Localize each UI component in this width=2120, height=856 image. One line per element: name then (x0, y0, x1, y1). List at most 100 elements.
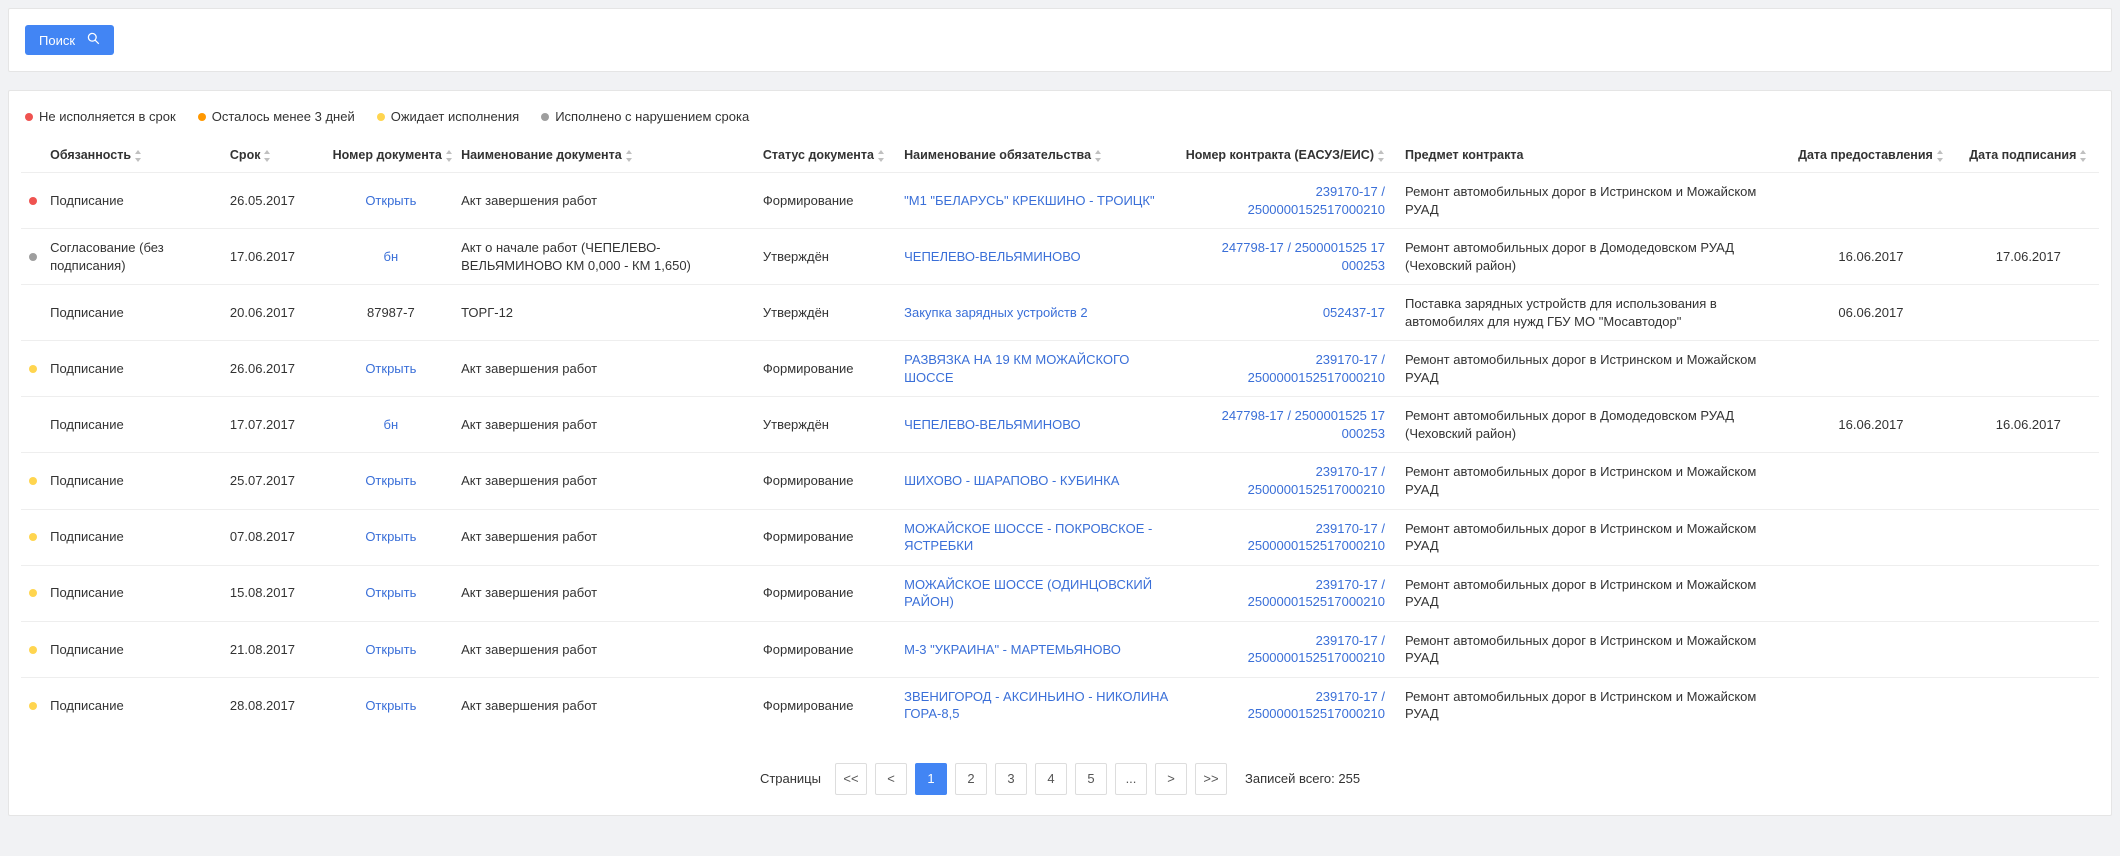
doc-number-cell-link[interactable]: бн (384, 417, 399, 432)
sort-icon (135, 150, 142, 162)
table-row: Подписание21.08.2017ОткрытьАкт завершени… (21, 621, 2099, 677)
contract-subject-cell: Ремонт автомобильных дорог в Истринском … (1399, 565, 1784, 621)
page-last-button[interactable]: >> (1195, 763, 1227, 795)
doc-number-cell[interactable]: бн (327, 229, 455, 285)
obligation-name-cell[interactable]: ШИХОВО - ШАРАПОВО - КУБИНКА (898, 453, 1174, 509)
obligation-name-cell[interactable]: РАЗВЯЗКА НА 19 КМ МОЖАЙСКОГО ШОССЕ (898, 341, 1174, 397)
sort-icon (1095, 150, 1102, 162)
col-header-contract-number[interactable]: Номер контракта (ЕАСУЗ/ЕИС) (1174, 138, 1399, 173)
table-row: Подписание07.08.2017ОткрытьАкт завершени… (21, 509, 2099, 565)
page-number-button[interactable]: 1 (915, 763, 947, 795)
col-header-doc-number[interactable]: Номер документа (327, 138, 455, 173)
page-prev-button[interactable]: < (875, 763, 907, 795)
doc-name-cell: Акт завершения работ (455, 453, 757, 509)
doc-number-cell-link[interactable]: Открыть (365, 193, 416, 208)
page-number-button[interactable]: 5 (1075, 763, 1107, 795)
obligation-cell: Подписание (44, 453, 224, 509)
col-header-provision-date[interactable]: Дата предоставления (1784, 138, 1957, 173)
obligation-name-cell-link[interactable]: "М1 "БЕЛАРУСЬ" КРЕКШИНО - ТРОИЦК" (904, 193, 1154, 208)
doc-name-cell: Акт о начале работ (ЧЕПЕЛЕВО-ВЕЛЬЯМИНОВО… (455, 229, 757, 285)
contract-number-cell-link[interactable]: 247798-17 / 2500001525 17 000253 (1222, 408, 1385, 441)
page-next-button[interactable]: > (1155, 763, 1187, 795)
contract-number-cell[interactable]: 052437-17 (1174, 285, 1399, 341)
obligation-name-cell[interactable]: Закупка зарядных устройств 2 (898, 285, 1174, 341)
sign-date-cell: 16.06.2017 (1958, 397, 2099, 453)
obligation-name-cell[interactable]: МОЖАЙСКОЕ ШОССЕ (ОДИНЦОВСКИЙ РАЙОН) (898, 565, 1174, 621)
contract-number-cell-link[interactable]: 239170-17 / 2500000152517000210 (1248, 521, 1385, 554)
obligation-name-cell[interactable]: МОЖАЙСКОЕ ШОССЕ - ПОКРОВСКОЕ - ЯСТРЕБКИ (898, 509, 1174, 565)
status-cell (21, 397, 44, 453)
contract-number-cell-link[interactable]: 239170-17 / 2500000152517000210 (1248, 352, 1385, 385)
obligation-name-cell[interactable]: М-3 "УКРАИНА" - МАРТЕМЬЯНОВО (898, 621, 1174, 677)
col-header-doc-name[interactable]: Наименование документа (455, 138, 757, 173)
page-number-button[interactable]: 4 (1035, 763, 1067, 795)
contract-number-cell-link[interactable]: 239170-17 / 2500000152517000210 (1248, 577, 1385, 610)
status-dot-icon (29, 477, 37, 485)
col-header-doc-status[interactable]: Статус документа (757, 138, 898, 173)
obligation-name-cell[interactable]: ЧЕПЕЛЕВО-ВЕЛЬЯМИНОВО (898, 397, 1174, 453)
contract-number-cell-link[interactable]: 239170-17 / 2500000152517000210 (1248, 689, 1385, 722)
contract-number-cell-link[interactable]: 239170-17 / 2500000152517000210 (1248, 184, 1385, 217)
doc-number-cell-link[interactable]: Открыть (365, 529, 416, 544)
obligation-name-cell[interactable]: "М1 "БЕЛАРУСЬ" КРЕКШИНО - ТРОИЦК" (898, 173, 1174, 229)
legend-label: Ожидает исполнения (391, 109, 519, 124)
doc-status-cell: Формирование (757, 341, 898, 397)
doc-number-cell[interactable]: бн (327, 397, 455, 453)
contract-number-cell[interactable]: 239170-17 / 2500000152517000210 (1174, 173, 1399, 229)
page-number-button[interactable]: 3 (995, 763, 1027, 795)
status-cell (21, 229, 44, 285)
doc-number-cell[interactable]: Открыть (327, 341, 455, 397)
contract-number-cell-link[interactable]: 239170-17 / 2500000152517000210 (1248, 464, 1385, 497)
doc-number-cell[interactable]: Открыть (327, 173, 455, 229)
contract-number-cell[interactable]: 239170-17 / 2500000152517000210 (1174, 453, 1399, 509)
contract-subject-cell: Ремонт автомобильных дорог в Домодедовск… (1399, 397, 1784, 453)
obligation-name-cell-link[interactable]: М-3 "УКРАИНА" - МАРТЕМЬЯНОВО (904, 642, 1121, 657)
doc-number-cell[interactable]: Открыть (327, 621, 455, 677)
doc-number-cell[interactable]: Открыть (327, 565, 455, 621)
page-first-button[interactable]: << (835, 763, 867, 795)
page-number-button[interactable]: 2 (955, 763, 987, 795)
doc-number-cell-link[interactable]: Открыть (365, 361, 416, 376)
doc-number-cell-link[interactable]: Открыть (365, 585, 416, 600)
col-header-sign-date[interactable]: Дата подписания (1958, 138, 2099, 173)
contract-number-cell[interactable]: 247798-17 / 2500001525 17 000253 (1174, 229, 1399, 285)
contract-number-cell-link[interactable]: 239170-17 / 2500000152517000210 (1248, 633, 1385, 666)
doc-number-cell-link[interactable]: бн (384, 249, 399, 264)
doc-number-cell-link[interactable]: Открыть (365, 642, 416, 657)
doc-number-cell[interactable]: Открыть (327, 453, 455, 509)
obligation-name-cell-link[interactable]: МОЖАЙСКОЕ ШОССЕ (ОДИНЦОВСКИЙ РАЙОН) (904, 577, 1152, 610)
doc-number-cell[interactable]: Открыть (327, 509, 455, 565)
obligation-name-cell-link[interactable]: Закупка зарядных устройств 2 (904, 305, 1088, 320)
doc-number-cell[interactable]: Открыть (327, 677, 455, 733)
doc-number-cell-link[interactable]: Открыть (365, 698, 416, 713)
contract-number-cell-link[interactable]: 247798-17 / 2500001525 17 000253 (1222, 240, 1385, 273)
col-header-obligation-name[interactable]: Наименование обязательства (898, 138, 1174, 173)
page-number-button[interactable]: ... (1115, 763, 1147, 795)
contract-number-cell[interactable]: 239170-17 / 2500000152517000210 (1174, 677, 1399, 733)
table-row: Подписание28.08.2017ОткрытьАкт завершени… (21, 677, 2099, 733)
provision-date-cell: 16.06.2017 (1784, 397, 1957, 453)
search-button[interactable]: Поиск (25, 25, 114, 55)
doc-name-cell: Акт завершения работ (455, 509, 757, 565)
obligation-name-cell-link[interactable]: МОЖАЙСКОЕ ШОССЕ - ПОКРОВСКОЕ - ЯСТРЕБКИ (904, 521, 1152, 554)
contract-number-cell[interactable]: 239170-17 / 2500000152517000210 (1174, 621, 1399, 677)
provision-date-cell (1784, 453, 1957, 509)
col-header-deadline[interactable]: Срок (224, 138, 327, 173)
contract-number-cell[interactable]: 239170-17 / 2500000152517000210 (1174, 565, 1399, 621)
contract-number-cell[interactable]: 239170-17 / 2500000152517000210 (1174, 341, 1399, 397)
obligation-name-cell-link[interactable]: ЧЕПЕЛЕВО-ВЕЛЬЯМИНОВО (904, 249, 1080, 264)
obligation-name-cell-link[interactable]: ШИХОВО - ШАРАПОВО - КУБИНКА (904, 473, 1119, 488)
contract-number-cell[interactable]: 239170-17 / 2500000152517000210 (1174, 509, 1399, 565)
obligation-name-cell-link[interactable]: ЗВЕНИГОРОД - АКСИНЬИНО - НИКОЛИНА ГОРА-8… (904, 689, 1168, 722)
contract-number-cell-link[interactable]: 052437-17 (1323, 305, 1385, 320)
contract-number-cell[interactable]: 247798-17 / 2500001525 17 000253 (1174, 397, 1399, 453)
col-header-obligation[interactable]: Обязанность (44, 138, 224, 173)
obligation-name-cell-link[interactable]: ЧЕПЕЛЕВО-ВЕЛЬЯМИНОВО (904, 417, 1080, 432)
sort-icon (626, 150, 633, 162)
obligation-name-cell[interactable]: ЧЕПЕЛЕВО-ВЕЛЬЯМИНОВО (898, 229, 1174, 285)
status-cell (21, 173, 44, 229)
sign-date-cell (1958, 509, 2099, 565)
obligation-name-cell-link[interactable]: РАЗВЯЗКА НА 19 КМ МОЖАЙСКОГО ШОССЕ (904, 352, 1129, 385)
doc-number-cell-link[interactable]: Открыть (365, 473, 416, 488)
obligation-name-cell[interactable]: ЗВЕНИГОРОД - АКСИНЬИНО - НИКОЛИНА ГОРА-8… (898, 677, 1174, 733)
